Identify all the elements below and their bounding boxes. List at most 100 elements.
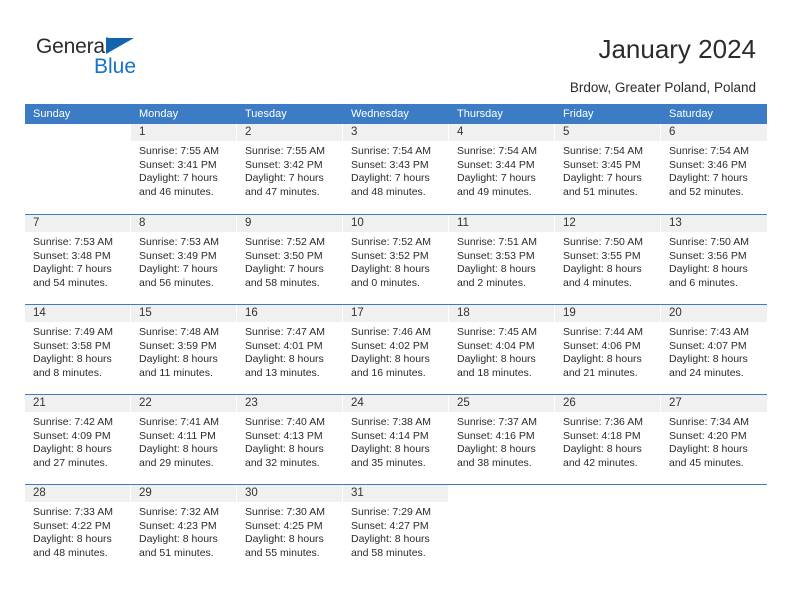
calendar-day-cell[interactable]: 22 Sunrise: 7:41 AM Sunset: 4:11 PM Dayligh… [131, 395, 237, 484]
calendar-day-cell[interactable]: 6 Sunrise: 7:54 AM Sunset: 3:46 PM Daylight… [661, 124, 767, 214]
day-number: 23 [237, 395, 342, 412]
weekday-header-wednesday: Wednesday [351, 108, 409, 120]
day-info-line: Daylight: 7 hours [457, 172, 536, 184]
calendar-day-cell[interactable]: 23 Sunrise: 7:40 AM Sunset: 4:13 PM Dayligh… [237, 395, 343, 484]
day-number: 2 [237, 124, 342, 141]
calendar-day-cell[interactable]: 29 Sunrise: 7:32 AM Sunset: 4:23 PM Dayligh… [131, 485, 237, 574]
calendar-day-cell[interactable]: 21 Sunrise: 7:42 AM Sunset: 4:09 PM Dayligh… [25, 395, 131, 484]
calendar-day-cell[interactable]: 11 Sunrise: 7:51 AM Sunset: 3:53 PM Dayligh… [449, 215, 555, 304]
calendar-day-cell[interactable]: 18 Sunrise: 7:45 AM Sunset: 4:04 PM Dayligh… [449, 305, 555, 394]
calendar-day-cell[interactable]: 10 Sunrise: 7:52 AM Sunset: 3:52 PM Dayligh… [343, 215, 449, 304]
day-sun-info: Sunrise: 7:51 AM Sunset: 3:53 PM Daylight:… [449, 232, 554, 290]
day-info-line: and 49 minutes. [457, 185, 532, 198]
day-info-line: Daylight: 7 hours [563, 172, 642, 184]
day-info-line: and 56 minutes. [139, 276, 214, 289]
day-sun-info: Sunrise: 7:52 AM Sunset: 3:50 PM Daylight:… [237, 232, 342, 290]
day-number: 6 [661, 124, 767, 141]
day-info-line: and 13 minutes. [245, 366, 320, 379]
day-info-line: Daylight: 8 hours [33, 443, 112, 455]
calendar-day-cell[interactable]: 16 Sunrise: 7:47 AM Sunset: 4:01 PM Dayligh… [237, 305, 343, 394]
calendar-day-cell[interactable]: 17 Sunrise: 7:46 AM Sunset: 4:02 PM Dayligh… [343, 305, 449, 394]
day-sun-info: Sunrise: 7:50 AM Sunset: 3:56 PM Daylight:… [661, 232, 767, 290]
day-info-line: Sunset: 4:13 PM [245, 429, 323, 442]
day-info-line: Daylight: 8 hours [351, 443, 430, 455]
day-sun-info: Sunrise: 7:37 AM Sunset: 4:16 PM Daylight:… [449, 412, 554, 470]
day-info-line: and 29 minutes. [139, 456, 214, 469]
day-info-line: and 52 minutes. [669, 185, 744, 198]
day-info-line: Daylight: 8 hours [669, 263, 748, 275]
day-info-line: and 16 minutes. [351, 366, 426, 379]
day-number: 29 [131, 485, 236, 502]
day-info-line: Sunset: 3:41 PM [139, 158, 217, 171]
day-info-line: Sunset: 3:43 PM [351, 158, 429, 171]
day-info-line: and 11 minutes. [139, 366, 213, 379]
day-info-line: Sunset: 4:27 PM [351, 519, 429, 532]
calendar-day-cell[interactable]: 19 Sunrise: 7:44 AM Sunset: 4:06 PM Dayligh… [555, 305, 661, 394]
calendar-day-cell[interactable]: 24 Sunrise: 7:38 AM Sunset: 4:14 PM Dayligh… [343, 395, 449, 484]
day-info-line: Sunset: 4:01 PM [245, 339, 323, 352]
day-info-line: Sunrise: 7:54 AM [351, 145, 431, 157]
day-info-line: Sunset: 3:44 PM [457, 158, 535, 171]
day-number: 18 [449, 305, 554, 322]
calendar-day-cell[interactable]: 2 Sunrise: 7:55 AM Sunset: 3:42 PM Daylight… [237, 124, 343, 214]
day-number: 8 [131, 215, 236, 232]
calendar-day-cell[interactable]: 3 Sunrise: 7:54 AM Sunset: 3:43 PM Daylight… [343, 124, 449, 214]
day-info-line: and 35 minutes. [351, 456, 426, 469]
calendar-day-cell[interactable]: 15 Sunrise: 7:48 AM Sunset: 3:59 PM Dayligh… [131, 305, 237, 394]
day-info-line: Sunset: 4:16 PM [457, 429, 535, 442]
calendar-day-cell[interactable]: 28 Sunrise: 7:33 AM Sunset: 4:22 PM Dayligh… [25, 485, 131, 574]
day-info-line: Sunrise: 7:44 AM [563, 326, 643, 338]
day-sun-info: Sunrise: 7:36 AM Sunset: 4:18 PM Daylight:… [555, 412, 660, 470]
calendar-day-cell[interactable]: 8 Sunrise: 7:53 AM Sunset: 3:49 PM Daylight… [131, 215, 237, 304]
calendar-week-row: 7 Sunrise: 7:53 AM Sunset: 3:48 PM Daylight… [25, 214, 767, 304]
day-number: 9 [237, 215, 342, 232]
day-number: 30 [237, 485, 342, 502]
calendar-day-cell[interactable]: 30 Sunrise: 7:30 AM Sunset: 4:25 PM Dayligh… [237, 485, 343, 574]
day-info-line: Sunset: 4:11 PM [139, 429, 216, 442]
calendar-day-cell[interactable]: 20 Sunrise: 7:43 AM Sunset: 4:07 PM Dayligh… [661, 305, 767, 394]
calendar-weeks: 1 Sunrise: 7:55 AM Sunset: 3:41 PM Daylight… [25, 124, 767, 574]
day-info-line: Sunrise: 7:40 AM [245, 416, 325, 428]
day-number: 26 [555, 395, 660, 412]
calendar-day-cell-empty [661, 485, 767, 574]
day-info-line: Sunset: 3:55 PM [563, 249, 641, 262]
day-info-line: Sunset: 3:50 PM [245, 249, 323, 262]
day-info-line: and 51 minutes. [139, 546, 214, 559]
calendar-day-cell[interactable]: 4 Sunrise: 7:54 AM Sunset: 3:44 PM Daylight… [449, 124, 555, 214]
day-info-line: Daylight: 8 hours [351, 353, 430, 365]
calendar-day-cell[interactable]: 9 Sunrise: 7:52 AM Sunset: 3:50 PM Daylight… [237, 215, 343, 304]
weekday-header-row: Sunday Monday Tuesday Wednesday Thursday Frid… [25, 104, 767, 124]
day-info-line: Sunrise: 7:41 AM [139, 416, 219, 428]
day-info-line: and 47 minutes. [245, 185, 320, 198]
general-blue-logo[interactable]: General Blue [36, 36, 156, 84]
day-info-line: and 48 minutes. [351, 185, 426, 198]
day-sun-info: Sunrise: 7:46 AM Sunset: 4:02 PM Daylight:… [343, 322, 448, 380]
calendar-day-cell[interactable]: 5 Sunrise: 7:54 AM Sunset: 3:45 PM Daylight… [555, 124, 661, 214]
day-info-line: Daylight: 7 hours [245, 263, 324, 275]
calendar-day-cell[interactable]: 7 Sunrise: 7:53 AM Sunset: 3:48 PM Daylight… [25, 215, 131, 304]
day-info-line: Sunset: 4:06 PM [563, 339, 641, 352]
day-info-line: Sunrise: 7:49 AM [33, 326, 113, 338]
calendar-day-cell[interactable]: 26 Sunrise: 7:36 AM Sunset: 4:18 PM Dayligh… [555, 395, 661, 484]
calendar-page: General Blue January 2024 Brdow, Greater… [0, 0, 792, 612]
page-location-subtitle: Brdow, Greater Poland, Poland [569, 80, 756, 95]
calendar-day-cell[interactable]: 31 Sunrise: 7:29 AM Sunset: 4:27 PM Dayligh… [343, 485, 449, 574]
calendar-day-cell[interactable]: 25 Sunrise: 7:37 AM Sunset: 4:16 PM Dayligh… [449, 395, 555, 484]
day-info-line: Sunrise: 7:55 AM [245, 145, 325, 157]
calendar-day-cell[interactable]: 12 Sunrise: 7:50 AM Sunset: 3:55 PM Dayligh… [555, 215, 661, 304]
calendar-day-cell[interactable]: 14 Sunrise: 7:49 AM Sunset: 3:58 PM Dayligh… [25, 305, 131, 394]
day-info-line: Sunrise: 7:50 AM [669, 236, 749, 248]
page-header: General Blue January 2024 Brdow, Greater… [0, 0, 792, 103]
calendar-day-cell[interactable]: 27 Sunrise: 7:34 AM Sunset: 4:20 PM Dayligh… [661, 395, 767, 484]
day-number [555, 485, 660, 502]
calendar-day-cell[interactable]: 13 Sunrise: 7:50 AM Sunset: 3:56 PM Dayligh… [661, 215, 767, 304]
day-sun-info: Sunrise: 7:29 AM Sunset: 4:27 PM Daylight:… [343, 502, 448, 560]
day-info-line: and 58 minutes. [245, 276, 320, 289]
day-info-line: Sunrise: 7:30 AM [245, 506, 325, 518]
calendar-week-row: 21 Sunrise: 7:42 AM Sunset: 4:09 PM Dayligh… [25, 394, 767, 484]
calendar-day-cell[interactable]: 1 Sunrise: 7:55 AM Sunset: 3:41 PM Daylight… [131, 124, 237, 214]
day-sun-info: Sunrise: 7:33 AM Sunset: 4:22 PM Daylight:… [25, 502, 130, 560]
day-info-line: Sunset: 4:23 PM [139, 519, 217, 532]
day-info-line: Sunrise: 7:53 AM [139, 236, 219, 248]
day-sun-info: Sunrise: 7:47 AM Sunset: 4:01 PM Daylight:… [237, 322, 342, 380]
